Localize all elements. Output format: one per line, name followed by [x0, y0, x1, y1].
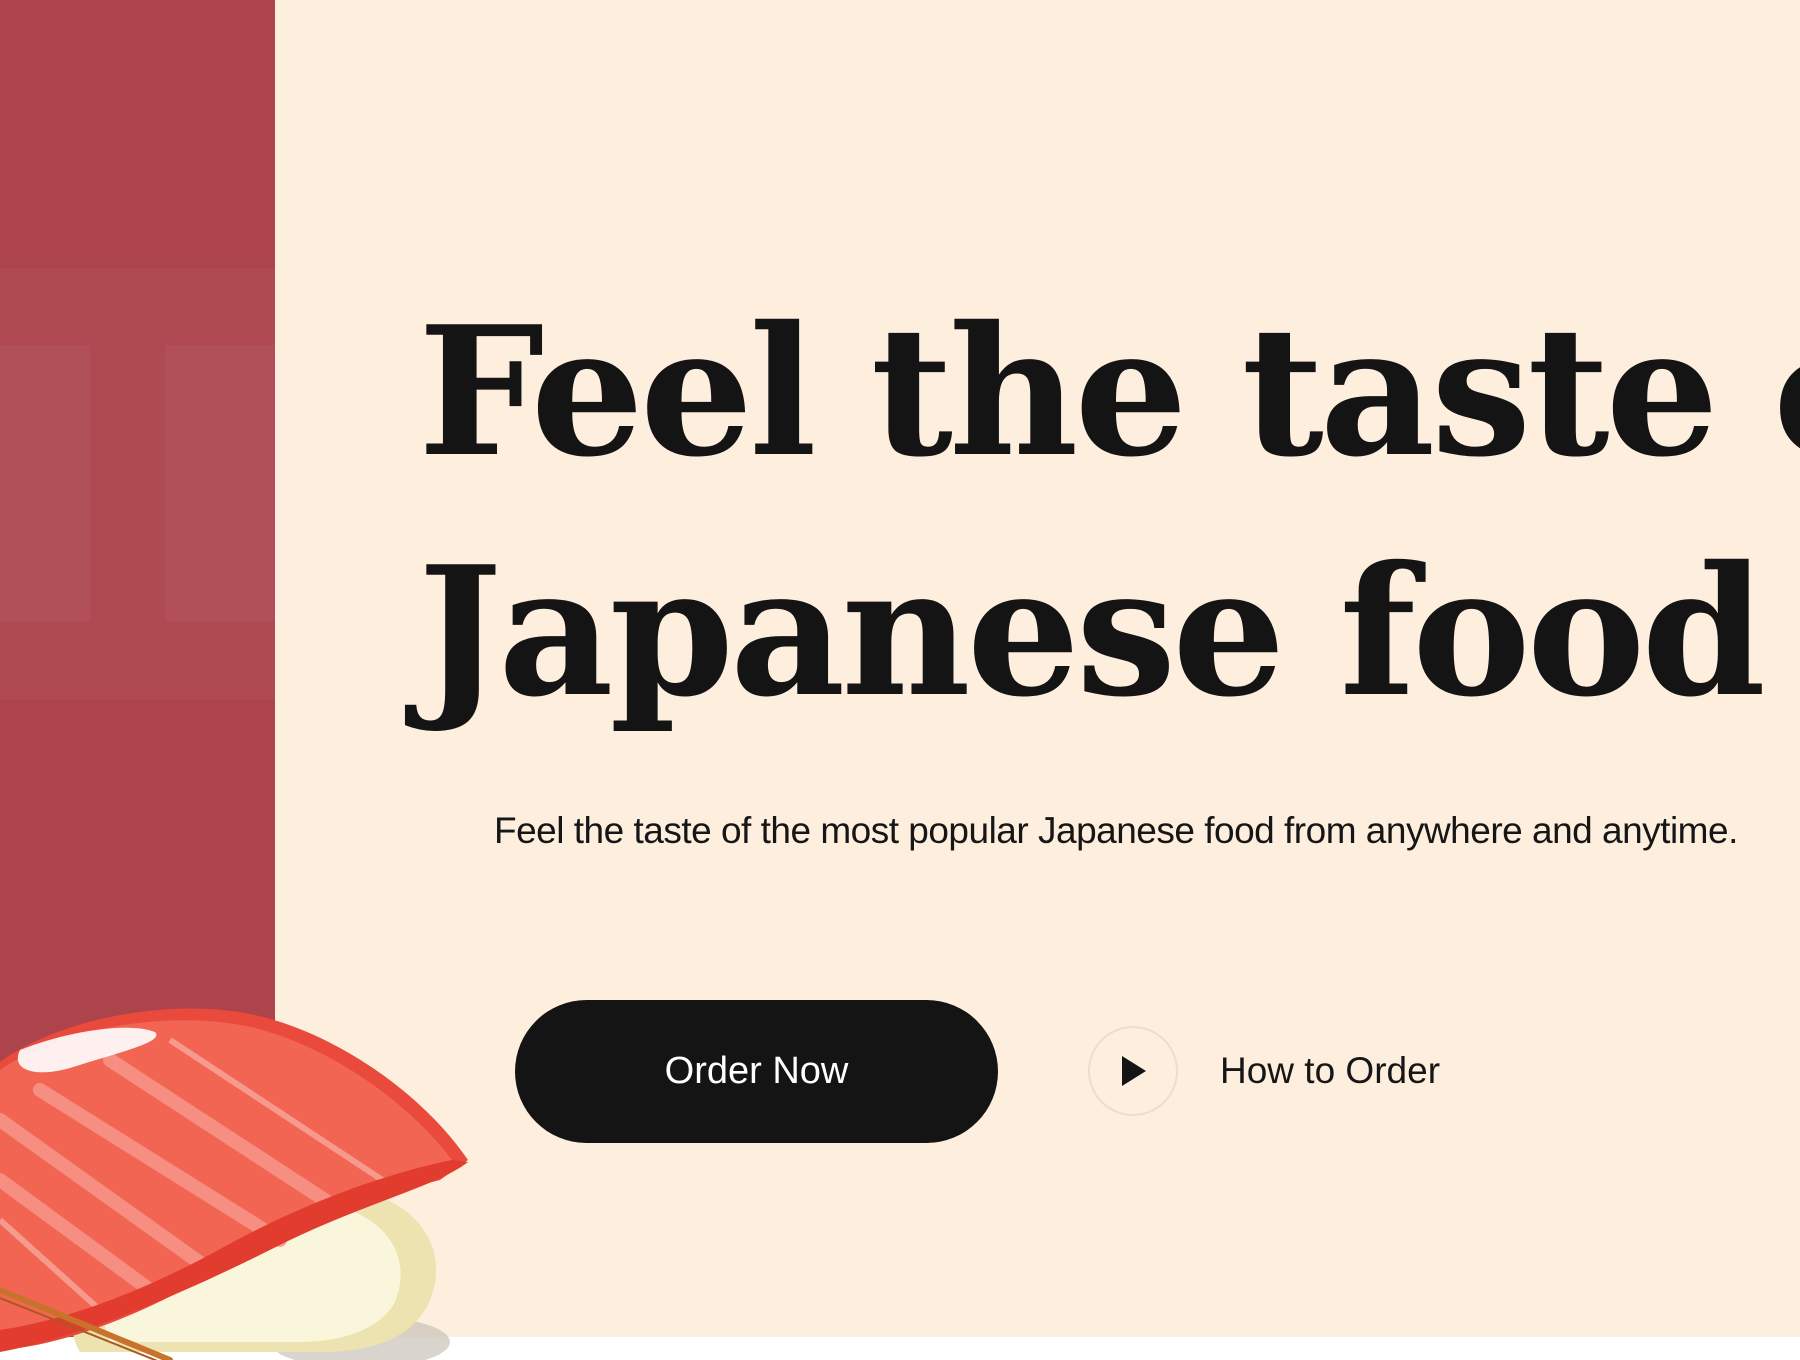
- sushi-illustration: [0, 1008, 468, 1360]
- play-icon: [1122, 1056, 1146, 1086]
- panel-block: [0, 345, 90, 621]
- panel-block: [165, 345, 275, 621]
- headline-line-1: Feel the taste of: [418, 287, 1800, 496]
- order-now-button[interactable]: Order Now: [515, 1000, 998, 1143]
- hero-headline: Feel the taste of Japanese food: [418, 272, 1800, 752]
- hero-subtitle: Feel the taste of the most popular Japan…: [494, 810, 1738, 851]
- landing-page: Feel the taste of Japanese food Feel the…: [0, 0, 1800, 1360]
- how-to-order-label: How to Order: [1220, 1050, 1441, 1091]
- how-to-order-link[interactable]: How to Order: [1088, 1026, 1440, 1116]
- headline-line-2: Japanese food: [418, 527, 1766, 736]
- play-button[interactable]: [1088, 1026, 1178, 1116]
